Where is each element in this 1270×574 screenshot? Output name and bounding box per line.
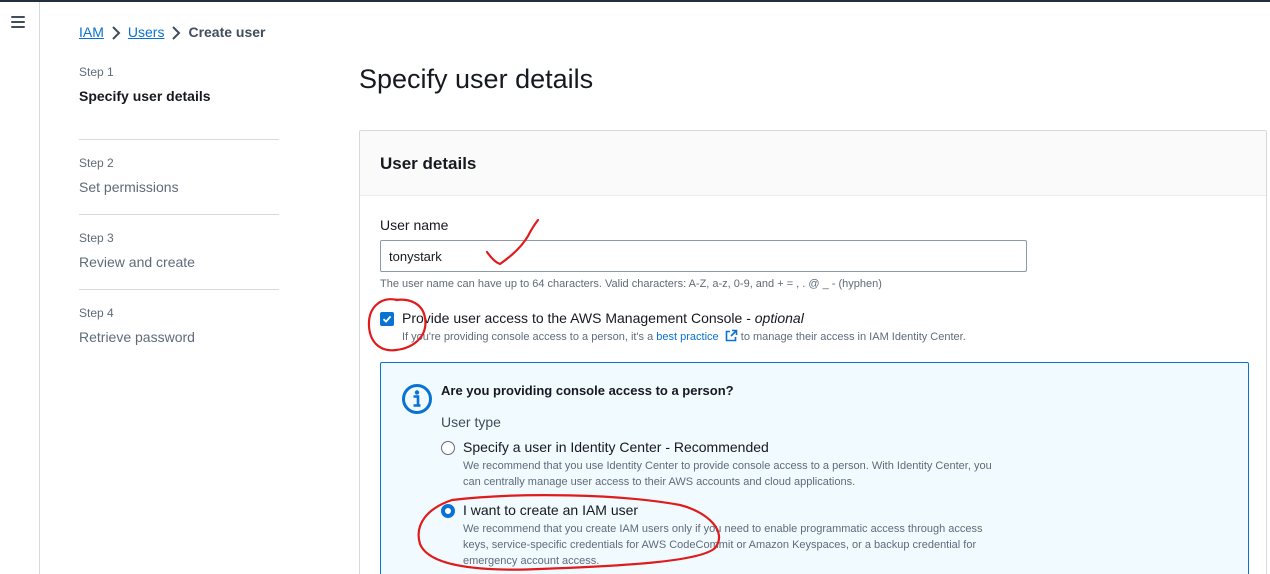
- radio-label[interactable]: Specify a user in Identity Center - Reco…: [463, 439, 1003, 456]
- step-title: Specify user details: [79, 88, 211, 104]
- iam-user-radio[interactable]: [441, 504, 455, 518]
- step-title: Set permissions: [79, 179, 179, 195]
- wizard-step-4[interactable]: Step 4 Retrieve password: [79, 290, 279, 365]
- user-type-label: User type: [441, 414, 501, 430]
- console-access-label[interactable]: Provide user access to the AWS Managemen…: [402, 310, 966, 326]
- console-access-description: If you're providing console access to a …: [402, 329, 966, 343]
- step-title: Review and create: [79, 254, 195, 270]
- radio-label[interactable]: I want to create an IAM user: [463, 502, 1003, 519]
- step-number: Step 2: [79, 156, 114, 170]
- console-access-info-box: Are you providing console access to a pe…: [380, 362, 1249, 574]
- console-access-option: Provide user access to the AWS Managemen…: [380, 310, 966, 343]
- user-name-constraint: The user name can have up to 64 characte…: [380, 278, 882, 290]
- console-access-checkbox[interactable]: [380, 312, 394, 326]
- radio-description: We recommend that you create IAM users o…: [463, 523, 983, 567]
- breadcrumb-link-users[interactable]: Users: [128, 24, 165, 40]
- step-title: Retrieve password: [79, 329, 195, 345]
- external-link-icon[interactable]: [725, 329, 738, 342]
- info-title: Are you providing console access to a pe…: [441, 383, 734, 398]
- wizard-step-2[interactable]: Step 2 Set permissions: [79, 140, 279, 215]
- panel-title: User details: [380, 154, 477, 173]
- panel-header: User details: [360, 131, 1266, 196]
- user-name-label: User name: [380, 217, 449, 233]
- top-border: [0, 0, 1270, 2]
- checkmark-icon: [382, 315, 392, 323]
- user-details-panel: User details User name The user name can…: [359, 130, 1267, 574]
- chevron-right-icon: [164, 24, 188, 41]
- radio-description: We recommend that you use Identity Cente…: [463, 460, 992, 488]
- user-name-input[interactable]: [380, 240, 1027, 272]
- step-number: Step 1: [79, 65, 114, 79]
- best-practice-link[interactable]: best practice: [656, 331, 718, 343]
- breadcrumb: IAM Users Create user: [79, 24, 266, 40]
- step-number: Step 4: [79, 306, 114, 320]
- step-number: Step 3: [79, 231, 114, 245]
- chevron-right-icon: [104, 24, 128, 41]
- page-title: Specify user details: [359, 64, 594, 94]
- user-type-option-identity-center: Specify a user in Identity Center - Reco…: [441, 439, 1003, 490]
- wizard-step-3[interactable]: Step 3 Review and create: [79, 215, 279, 290]
- user-type-option-iam-user: I want to create an IAM user We recommen…: [441, 502, 1003, 569]
- info-icon: [402, 384, 432, 414]
- menu-icon[interactable]: [11, 16, 25, 28]
- wizard-step-1[interactable]: Step 1 Specify user details: [79, 65, 279, 140]
- breadcrumb-link-iam[interactable]: IAM: [79, 24, 104, 40]
- wizard-steps: Step 1 Specify user details Step 2 Set p…: [79, 65, 279, 365]
- identity-center-radio[interactable]: [441, 441, 455, 455]
- side-navigation-rail: [0, 2, 40, 574]
- breadcrumb-current: Create user: [188, 24, 266, 41]
